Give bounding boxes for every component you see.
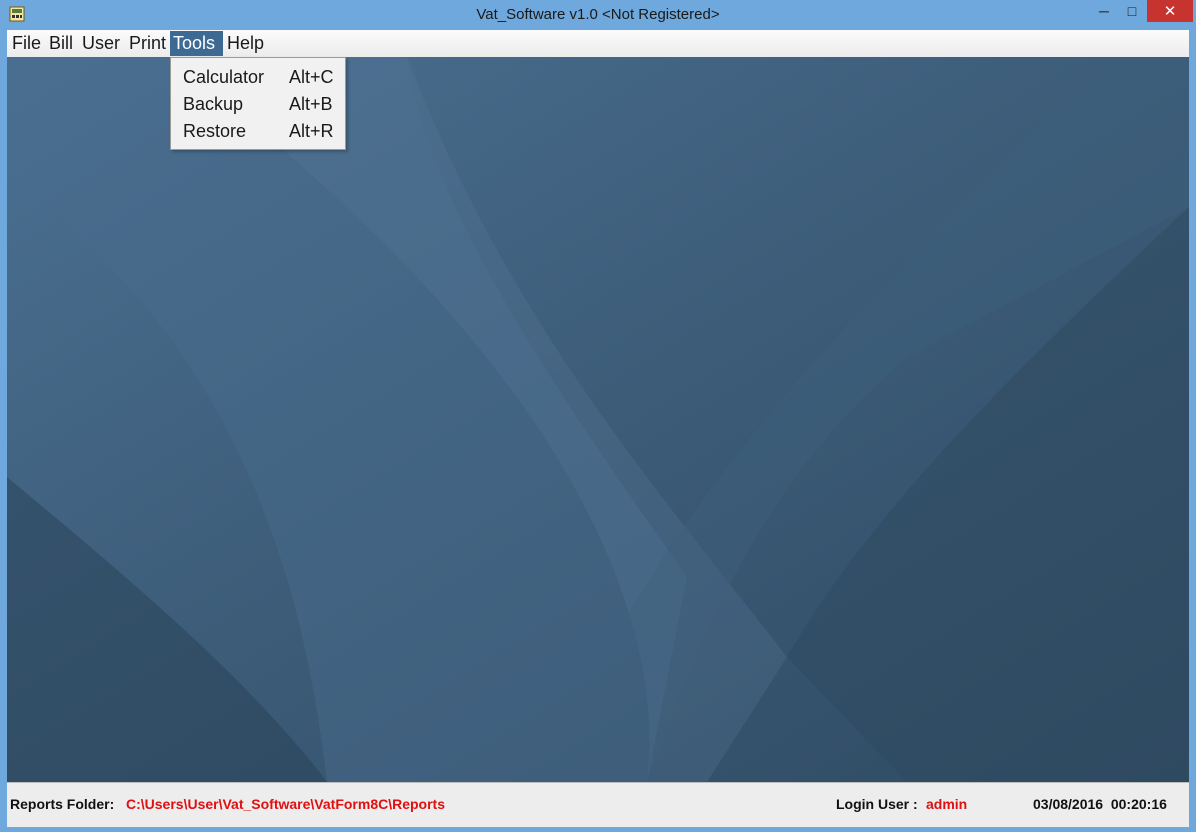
calculator-shortcut: Alt+C bbox=[289, 67, 334, 87]
status-datetime: 03/08/2016 00:20:16 bbox=[1033, 796, 1167, 812]
menu-bar: File Bill User Print Tools Help bbox=[7, 30, 1189, 58]
backup-shortcut: Alt+B bbox=[289, 94, 333, 114]
window-title: Vat_Software v1.0 <Not Registered> bbox=[476, 6, 720, 23]
menu-item-backup[interactable]: Backup Alt+B bbox=[171, 92, 345, 118]
menu-help[interactable]: Help bbox=[224, 31, 267, 56]
mdi-background bbox=[7, 57, 1189, 782]
menu-user[interactable]: User bbox=[79, 31, 123, 56]
tools-dropdown-menu: Calculator Alt+C Backup Alt+B Restore Al… bbox=[170, 57, 346, 150]
menu-file[interactable]: File bbox=[9, 31, 44, 56]
close-icon[interactable]: ✕ bbox=[1147, 0, 1193, 22]
login-user-label: Login User : bbox=[836, 796, 918, 812]
backup-label: Backup bbox=[183, 94, 244, 114]
calculator-label: Calculator bbox=[183, 67, 265, 87]
reports-folder-label: Reports Folder: bbox=[10, 796, 115, 812]
menu-bill[interactable]: Bill bbox=[46, 31, 76, 56]
menu-item-calculator[interactable]: Calculator Alt+C bbox=[171, 65, 345, 91]
status-bar: Reports Folder: C:\Users\User\Vat_Softwa… bbox=[7, 782, 1189, 827]
menu-item-restore[interactable]: Restore Alt+R bbox=[171, 119, 345, 145]
login-user-value: admin bbox=[926, 796, 968, 812]
restore-label: Restore bbox=[183, 121, 247, 141]
menu-tools[interactable]: Tools bbox=[170, 31, 223, 56]
restore-shortcut: Alt+R bbox=[289, 121, 334, 141]
minimize-icon[interactable]: ─ bbox=[1089, 0, 1119, 22]
menu-print[interactable]: Print bbox=[126, 31, 169, 56]
app-window: Vat_Software v1.0 <Not Registered> ─ □ ✕… bbox=[0, 0, 1196, 832]
background-wallpaper bbox=[7, 57, 1189, 782]
title-bar[interactable]: Vat_Software v1.0 <Not Registered> ─ □ ✕ bbox=[0, 0, 1196, 30]
maximize-icon[interactable]: □ bbox=[1119, 0, 1145, 22]
reports-folder-path: C:\Users\User\Vat_Software\VatForm8C\Rep… bbox=[126, 796, 445, 812]
